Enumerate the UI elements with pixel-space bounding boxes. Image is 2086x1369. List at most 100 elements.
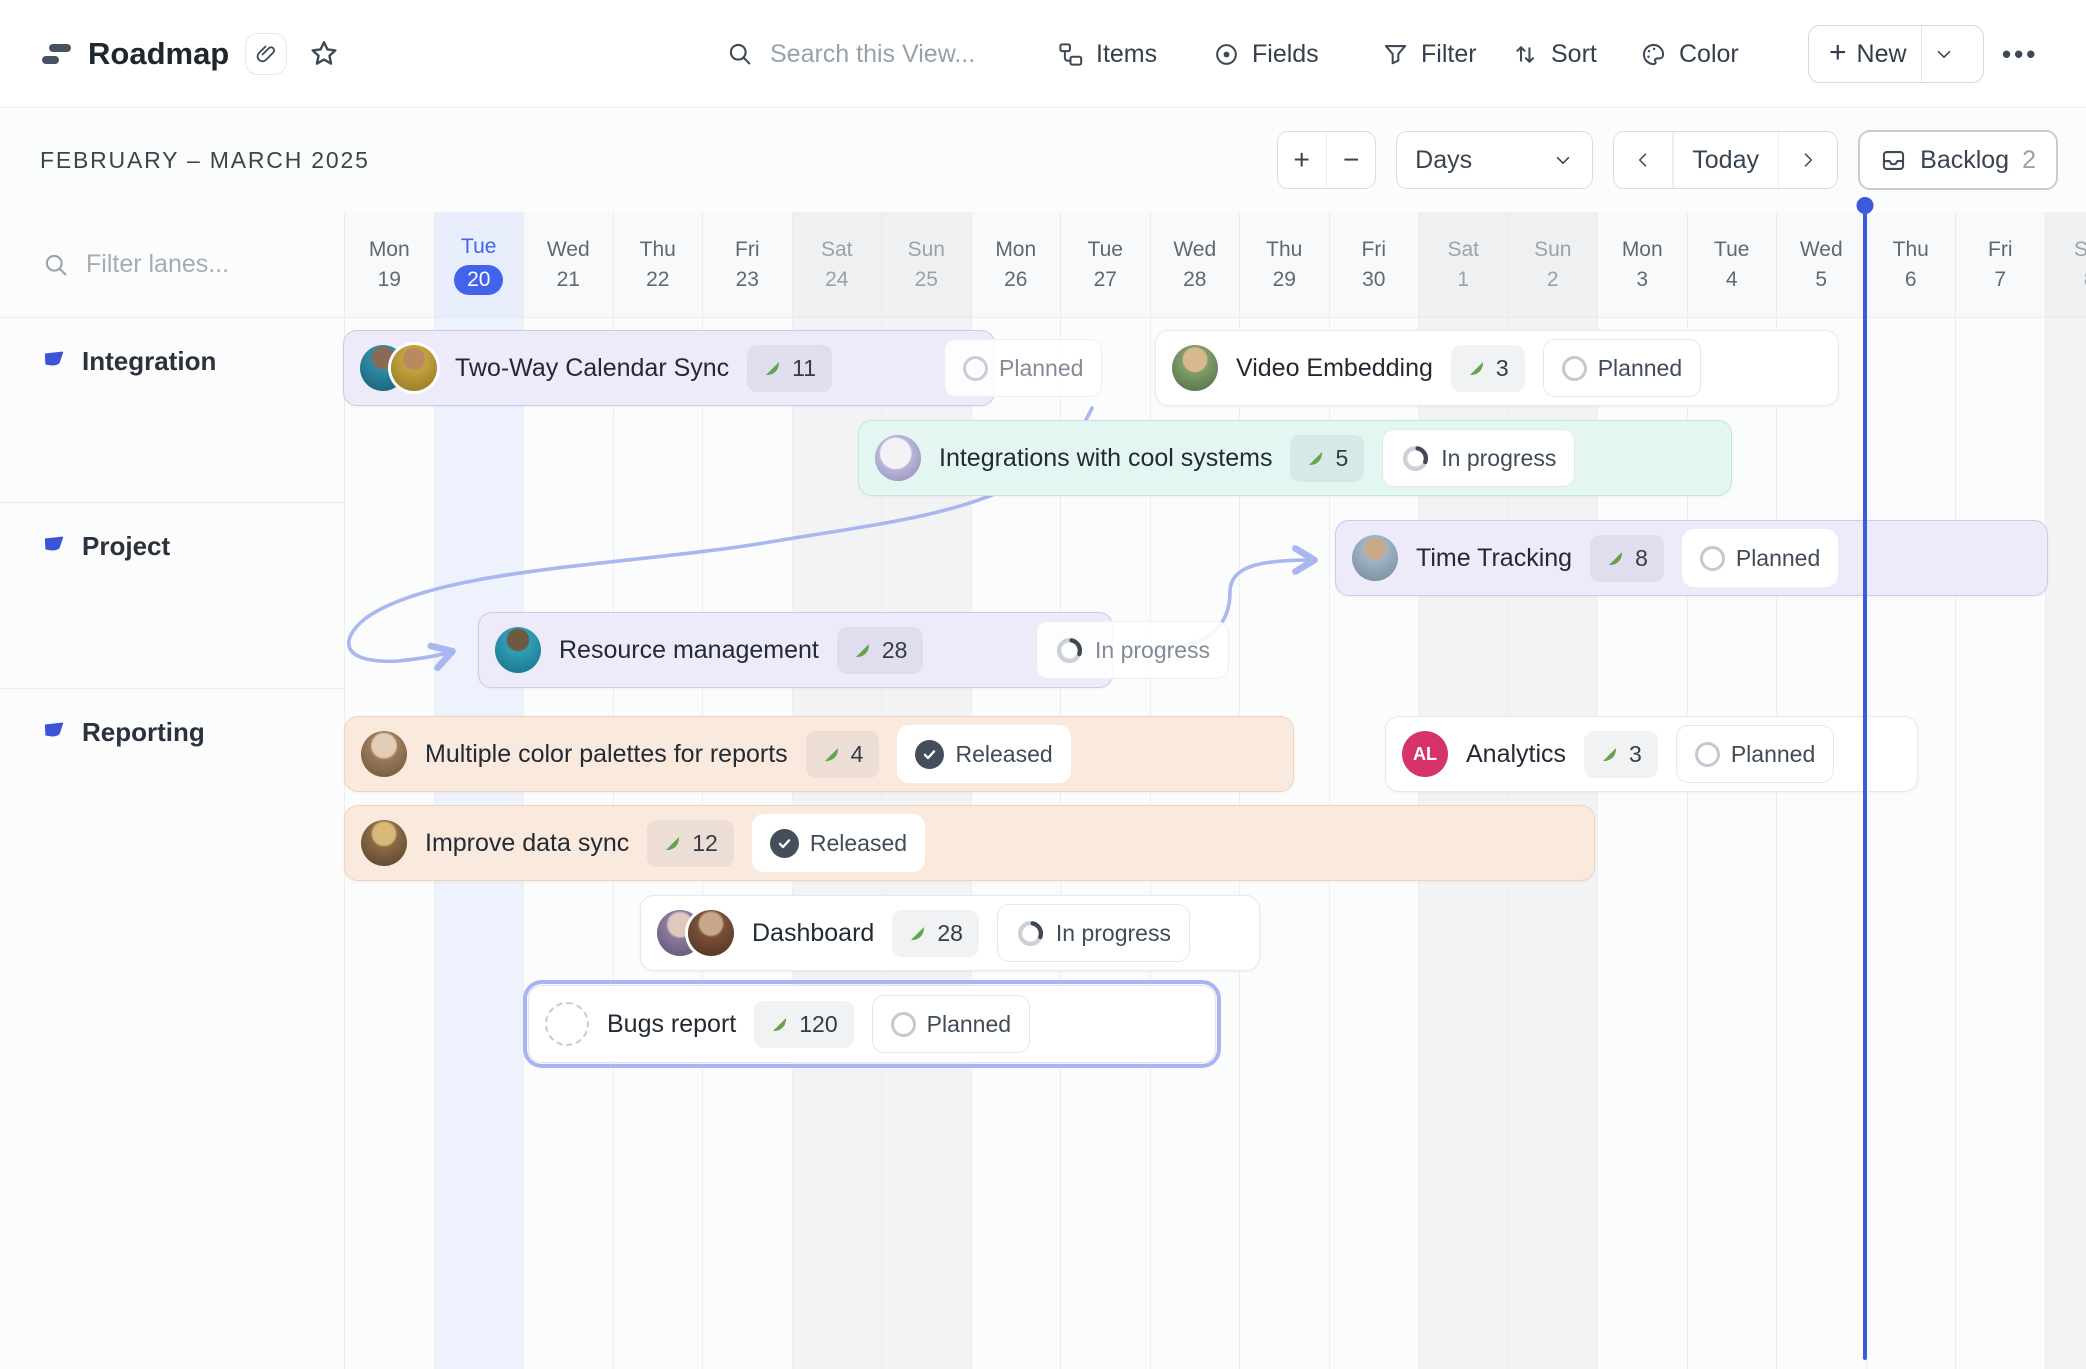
count-value: 3 (1629, 741, 1642, 768)
planned-status-icon (1700, 546, 1725, 571)
lane-project[interactable]: Project (0, 503, 344, 689)
card-bugs-report[interactable]: Bugs report 120 Planned (528, 985, 1216, 1063)
card-title: Analytics (1466, 740, 1566, 769)
card-dashboard[interactable]: Dashboard 28 In progress (640, 895, 1260, 971)
day-header[interactable]: Mon 19 (344, 212, 434, 318)
favorite-star-button[interactable] (308, 0, 340, 108)
day-header[interactable]: Tue20 (434, 212, 524, 318)
lane-filter-input[interactable]: Filter lanes... (0, 212, 344, 318)
day-header[interactable]: Thu22 (613, 212, 703, 318)
search-view[interactable]: Search this View... (726, 0, 975, 108)
day-date: 26 (1004, 268, 1027, 292)
zoom-out-button[interactable]: − (1327, 132, 1375, 188)
assignee-avatars (360, 345, 437, 391)
day-name: Tue (1088, 238, 1123, 262)
day-date: 7 (1994, 268, 2006, 292)
items-menu-button[interactable]: Items (1057, 0, 1157, 108)
status-chip[interactable]: Planned (1676, 725, 1834, 783)
status-label: Planned (1731, 741, 1815, 768)
status-chip[interactable]: Planned (1543, 339, 1701, 397)
day-header[interactable]: Sat24 (792, 212, 882, 318)
color-menu-button[interactable]: Color (1640, 0, 1739, 108)
card-two-way-calendar-sync[interactable]: Two-Way Calendar Sync 11 Planned (343, 330, 995, 406)
status-chip[interactable]: Planned (1682, 529, 1838, 587)
more-options-button[interactable]: ••• (2002, 0, 2038, 108)
sort-label: Sort (1551, 40, 1597, 69)
day-header[interactable]: Sun25 (881, 212, 971, 318)
status-chip[interactable]: In progress (997, 904, 1190, 962)
day-header[interactable]: Fri23 (702, 212, 792, 318)
period-title: FEBRUARY – MARCH 2025 (40, 108, 370, 212)
timeline-controls: + − Days Today (1277, 108, 2058, 212)
card-video-embedding[interactable]: Video Embedding 3 Planned (1155, 330, 1839, 406)
subitems-count: 12 (647, 820, 734, 867)
zoom-in-button[interactable]: + (1278, 132, 1326, 188)
card-analytics[interactable]: AL Analytics 3 Planned (1385, 716, 1918, 792)
fields-menu-button[interactable]: Fields (1213, 0, 1319, 108)
day-header[interactable]: Thu 29 (1239, 212, 1329, 318)
day-header[interactable]: Fri7 (1955, 212, 2045, 318)
copy-link-button[interactable] (245, 33, 287, 75)
assignee-avatars (1352, 535, 1398, 581)
status-chip[interactable]: In progress (1382, 429, 1575, 487)
day-header[interactable]: Sun2 (1508, 212, 1598, 318)
count-value: 120 (799, 1011, 837, 1038)
day-date: 19 (378, 268, 401, 292)
day-header[interactable]: Tue27 (1060, 212, 1150, 318)
day-date: 25 (915, 268, 938, 292)
subitems-count: 4 (806, 731, 880, 778)
day-header[interactable]: Sat1 (1418, 212, 1508, 318)
status-chip[interactable]: Released (752, 814, 925, 872)
day-header[interactable]: Wed28 (1150, 212, 1240, 318)
backlog-button[interactable]: Backlog 2 (1858, 130, 2058, 190)
day-header[interactable]: Wed5 (1776, 212, 1866, 318)
card-title: Multiple color palettes for reports (425, 740, 788, 769)
lane-label: Reporting (82, 715, 205, 749)
day-header[interactable]: Wed21 (523, 212, 613, 318)
fields-icon (1213, 41, 1240, 68)
card-resource-management[interactable]: Resource management 28 In progress (478, 612, 1113, 688)
card-improve-data-sync[interactable]: Improve data sync 12 Released (344, 805, 1595, 881)
lane-reporting[interactable]: Reporting (0, 689, 344, 1369)
prev-button[interactable] (1614, 132, 1672, 188)
day-header[interactable]: Sat8 (2045, 212, 2086, 318)
day-date: 29 (1273, 268, 1296, 292)
today-marker-line (1863, 198, 1867, 1360)
status-chip[interactable]: In progress (1036, 621, 1229, 679)
assignee-avatars: AL (1402, 731, 1448, 777)
next-button[interactable] (1779, 132, 1837, 188)
planned-status-icon (891, 1012, 916, 1037)
day-name: Thu (1266, 238, 1302, 262)
day-name: Wed (1800, 238, 1843, 262)
card-time-tracking[interactable]: Time Tracking 8 Planned (1335, 520, 2048, 596)
items-label: Items (1096, 40, 1157, 69)
subitems-count: 28 (892, 910, 979, 957)
today-button[interactable]: Today (1674, 132, 1778, 188)
filter-menu-button[interactable]: Filter (1382, 0, 1477, 108)
subitems-count: 3 (1584, 731, 1658, 778)
day-header[interactable]: Fri30 (1329, 212, 1419, 318)
day-name: Mon (369, 238, 410, 262)
status-label: Planned (927, 1011, 1011, 1038)
day-header[interactable]: Mon3 (1597, 212, 1687, 318)
day-header[interactable]: Tue4 (1687, 212, 1777, 318)
avatar (1172, 345, 1218, 391)
subitems-count: 120 (754, 1001, 853, 1048)
day-column-body (1866, 318, 1956, 1369)
card-multiple-color-palettes[interactable]: Multiple color palettes for reports 4 Re… (344, 716, 1294, 792)
day-header[interactable]: Thu6 (1866, 212, 1956, 318)
day-header[interactable]: Mon 26 (971, 212, 1061, 318)
status-chip[interactable]: Planned (872, 995, 1030, 1053)
new-button[interactable]: + New (1808, 25, 1984, 83)
sort-menu-button[interactable]: Sort (1512, 0, 1597, 108)
backlog-label: Backlog (1920, 146, 2009, 175)
lane-integration[interactable]: Integration (0, 318, 344, 503)
count-value: 12 (692, 830, 718, 857)
assignee-avatars (495, 627, 541, 673)
card-integrations-cool-systems[interactable]: Integrations with cool systems 5 In prog… (858, 420, 1732, 496)
status-chip[interactable]: Planned (944, 339, 1102, 397)
day-name: Mon (995, 238, 1036, 262)
scale-select[interactable]: Days (1396, 131, 1593, 189)
status-chip[interactable]: Released (897, 725, 1070, 783)
new-dropdown-toggle[interactable] (1922, 43, 1966, 65)
